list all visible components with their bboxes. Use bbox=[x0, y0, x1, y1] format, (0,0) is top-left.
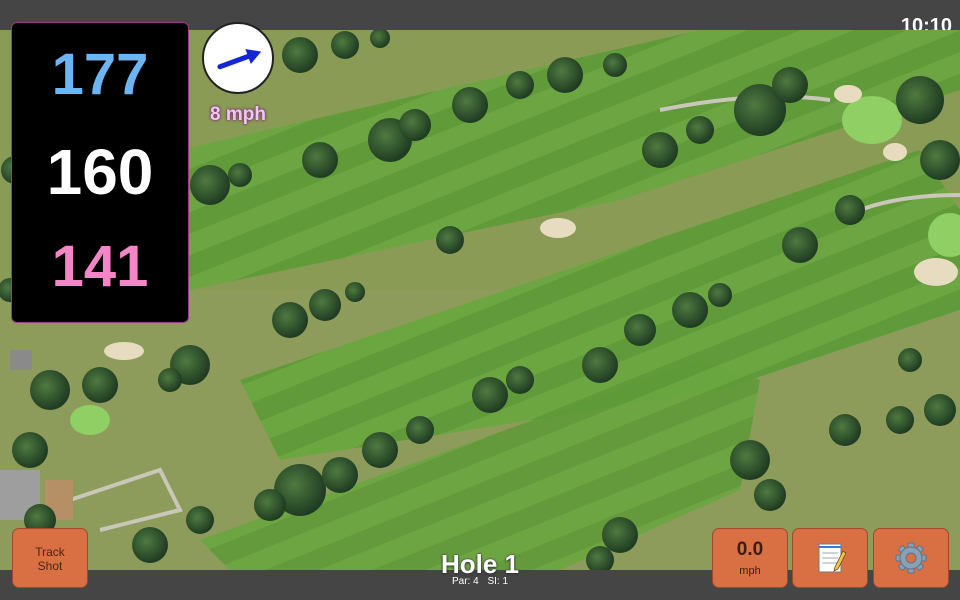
hole-info: Hole 1 Par: 4 SI: 1 bbox=[380, 550, 580, 587]
notes-button[interactable] bbox=[792, 528, 868, 588]
wind-speed-label: 8 mph bbox=[210, 104, 266, 125]
hole-stroke-index: SI: 1 bbox=[487, 576, 509, 587]
settings-button[interactable] bbox=[873, 528, 949, 588]
notepad-icon bbox=[818, 543, 847, 573]
gear-icon bbox=[895, 542, 927, 574]
distance-back: 177 bbox=[51, 42, 149, 107]
wind-button-value: 0.0 bbox=[736, 539, 764, 560]
wind-button-unit: mph bbox=[739, 565, 761, 577]
arrow-icon bbox=[217, 48, 262, 70]
hole-meta: Par: 4 SI: 1 bbox=[380, 576, 580, 587]
distance-front: 141 bbox=[51, 234, 149, 299]
wind-direction-dial bbox=[202, 22, 274, 94]
track-shot-button[interactable]: Track Shot bbox=[12, 528, 88, 588]
hole-title: Hole 1 bbox=[440, 549, 520, 579]
wind-button[interactable]: 0.0 mph bbox=[712, 528, 788, 588]
distance-middle: 160 bbox=[46, 136, 154, 208]
track-shot-label-line2: Shot bbox=[37, 559, 63, 573]
hole-par: Par: 4 bbox=[451, 576, 479, 587]
track-shot-label-line1: Track bbox=[35, 545, 65, 559]
distance-panel: 177 160 141 bbox=[11, 22, 189, 323]
